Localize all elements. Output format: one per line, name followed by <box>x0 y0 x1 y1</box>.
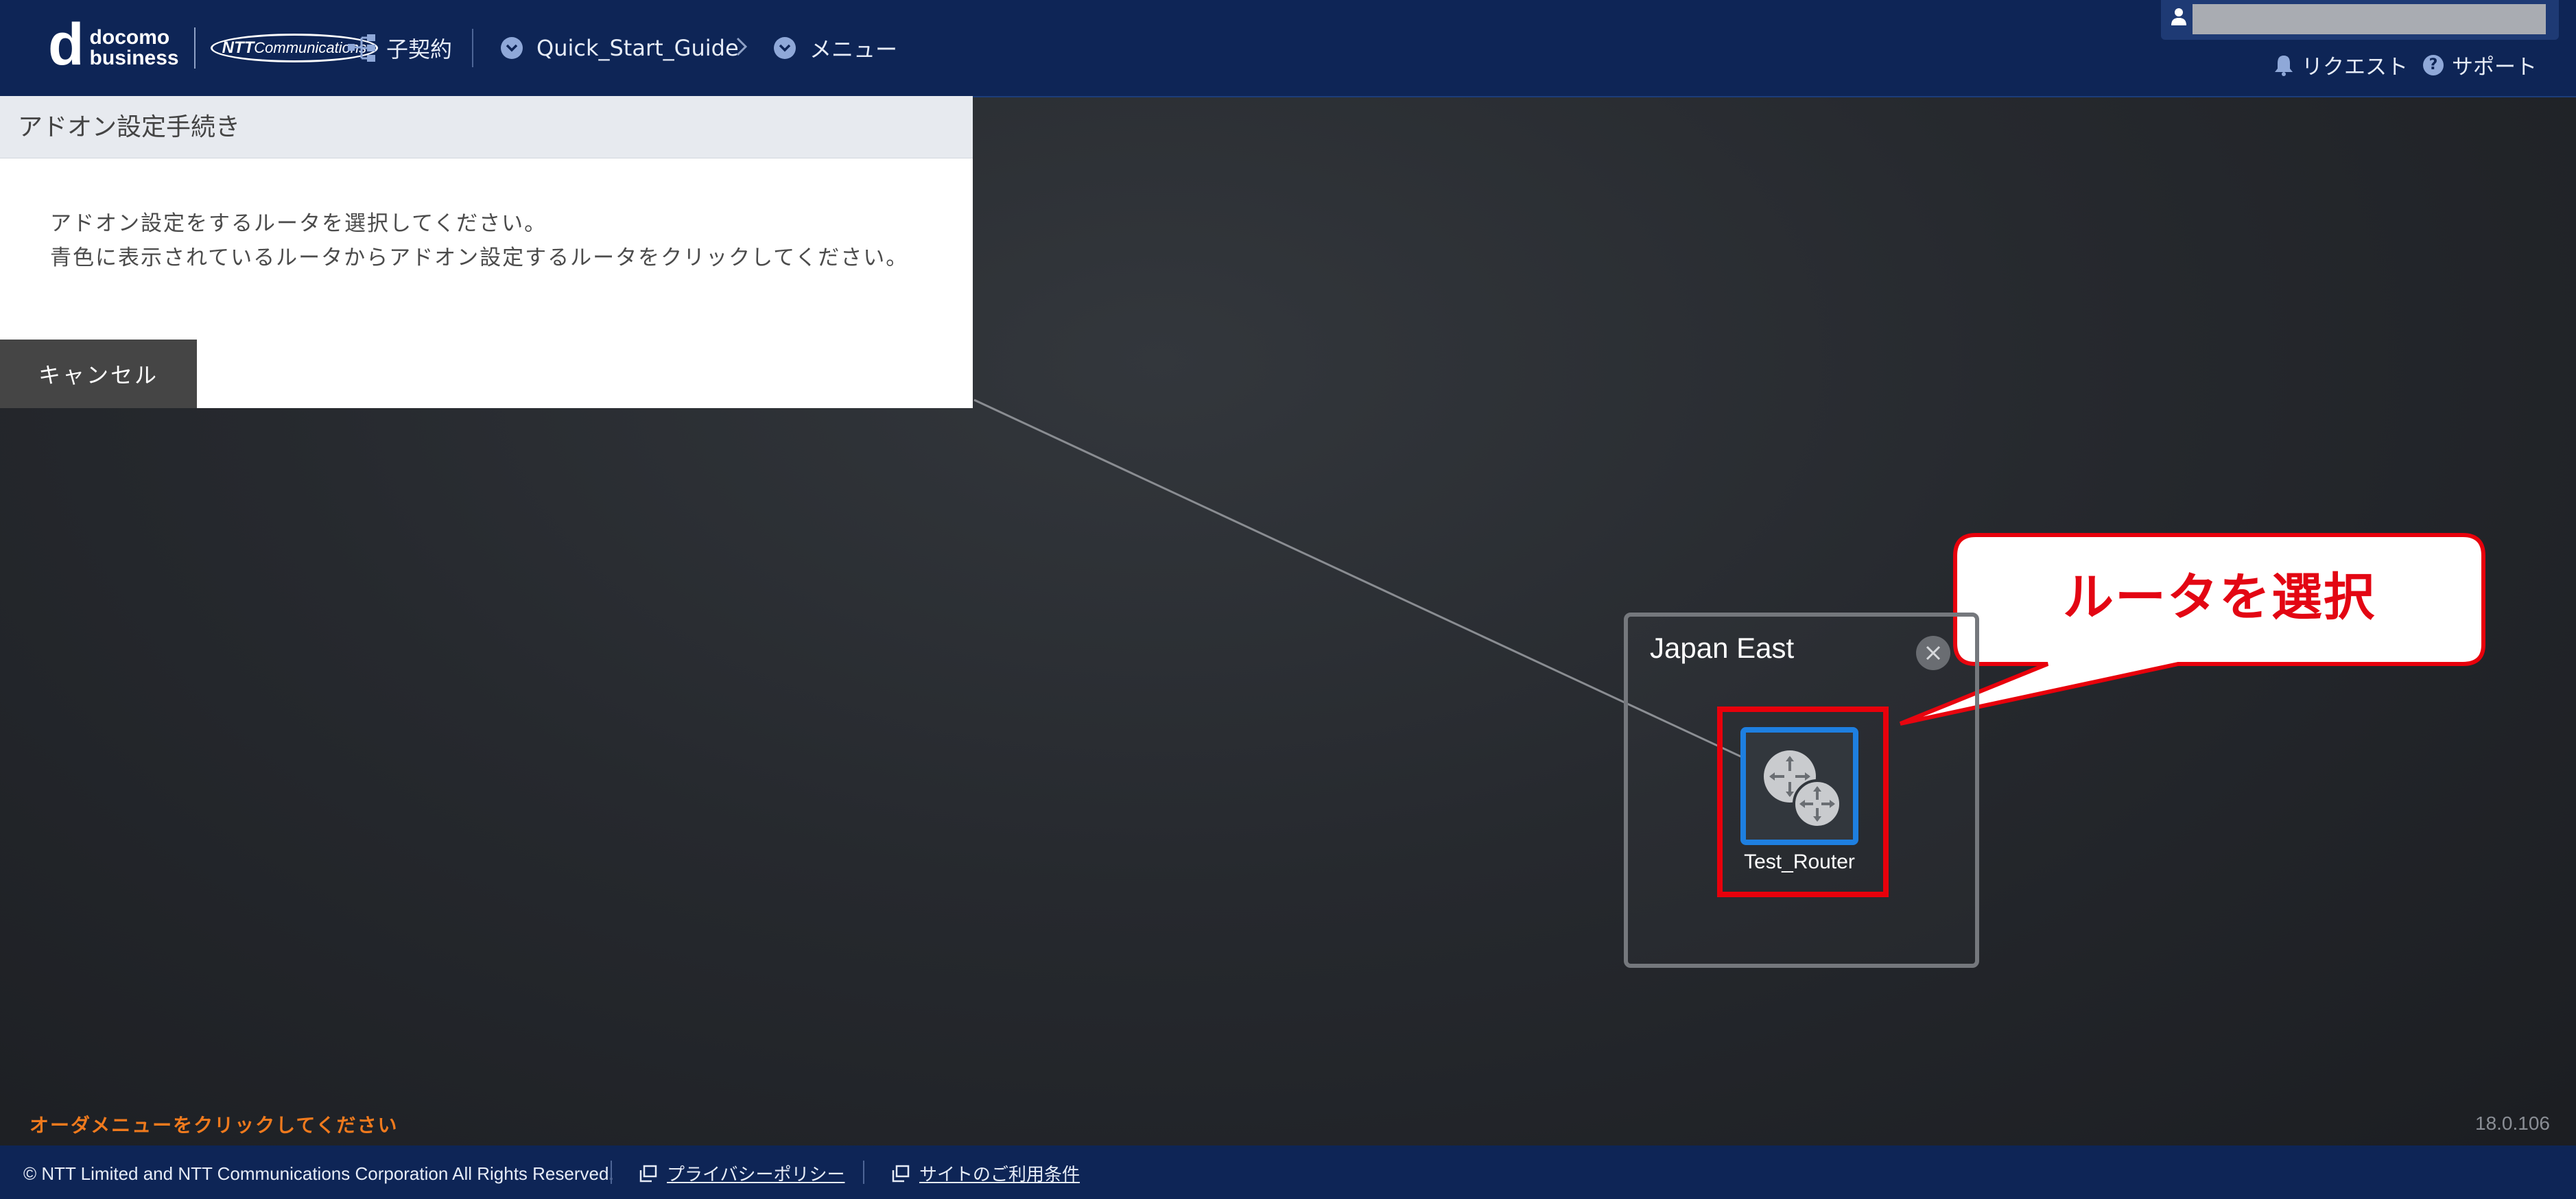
chevron-right-icon <box>735 33 748 63</box>
breadcrumb-label: メニュー <box>810 36 898 62</box>
chevron-down-icon <box>774 37 796 59</box>
dialog-message-line2: 青色に表示されているルータからアドオン設定するルータをクリックしてください。 <box>50 246 909 270</box>
breadcrumb-quick-start-guide[interactable]: Quick_Start_Guide <box>501 27 739 69</box>
terms-of-use-link[interactable]: サイトのご利用条件 <box>892 1161 1080 1186</box>
breadcrumb-label: Quick_Start_Guide <box>536 35 739 61</box>
footer-divider <box>611 1161 612 1184</box>
ntt-logo-bold: NTT <box>222 38 255 57</box>
user-icon <box>2171 8 2186 25</box>
app-footer: © NTT Limited and NTT Communications Cor… <box>0 1145 2576 1199</box>
header-divider <box>472 29 473 67</box>
privacy-policy-link[interactable]: プライバシーポリシー <box>639 1161 844 1186</box>
callout-label: ルータを選択 <box>2063 567 2376 627</box>
logo-divider <box>193 27 196 69</box>
support-label: サポート <box>2452 55 2537 80</box>
chevron-down-icon <box>501 37 523 59</box>
app-header: d docomo business NTTCommunications 子契約 … <box>0 0 2576 97</box>
order-menu-hint: オーダメニューをクリックしてください <box>29 1114 399 1137</box>
version-number: 18.0.106 <box>2475 1113 2550 1134</box>
copyright-text: © NTT Limited and NTT Communications Cor… <box>23 1163 614 1184</box>
region-title: Japan East <box>1650 632 1795 664</box>
contract-selector[interactable]: 子契約 <box>346 27 452 69</box>
user-account-menu[interactable] <box>2161 0 2559 40</box>
footer-divider <box>863 1161 864 1184</box>
addon-settings-dialog: アドオン設定手続き アドオン設定をするルータを選択してください。 青色に表示され… <box>0 96 973 408</box>
contract-label: 子契約 <box>386 36 453 62</box>
logo-d: d <box>48 12 84 78</box>
docomo-business-logo[interactable]: d docomo business NTTCommunications <box>48 15 379 75</box>
request-label: リクエスト <box>2302 55 2408 80</box>
request-link[interactable]: リクエスト <box>2274 49 2408 80</box>
contract-tree-icon <box>348 34 375 62</box>
logo-line1: docomo <box>89 26 170 49</box>
terms-of-use-label: サイトのご利用条件 <box>919 1165 1080 1185</box>
external-window-icon <box>892 1165 910 1182</box>
privacy-policy-label: プライバシーポリシー <box>667 1165 845 1185</box>
cancel-button[interactable]: キャンセル <box>0 340 197 408</box>
dialog-title: アドオン設定手続き <box>0 96 973 158</box>
router-highlight-box <box>1717 707 1889 897</box>
support-link[interactable]: ? サポート <box>2423 49 2537 80</box>
external-window-icon <box>639 1165 657 1182</box>
dialog-message-line1: アドオン設定をするルータを選択してください。 <box>50 211 547 236</box>
help-icon: ? <box>2423 54 2444 75</box>
logo-wordmark: docomo business <box>90 27 179 69</box>
bell-icon <box>2275 55 2293 76</box>
close-icon[interactable] <box>1916 636 1950 670</box>
dialog-message: アドオン設定をするルータを選択してください。 青色に表示されているルータからアド… <box>0 158 973 275</box>
user-name-redacted <box>2193 4 2546 34</box>
logo-line2: business <box>89 47 179 69</box>
breadcrumb-menu[interactable]: メニュー <box>774 27 897 69</box>
